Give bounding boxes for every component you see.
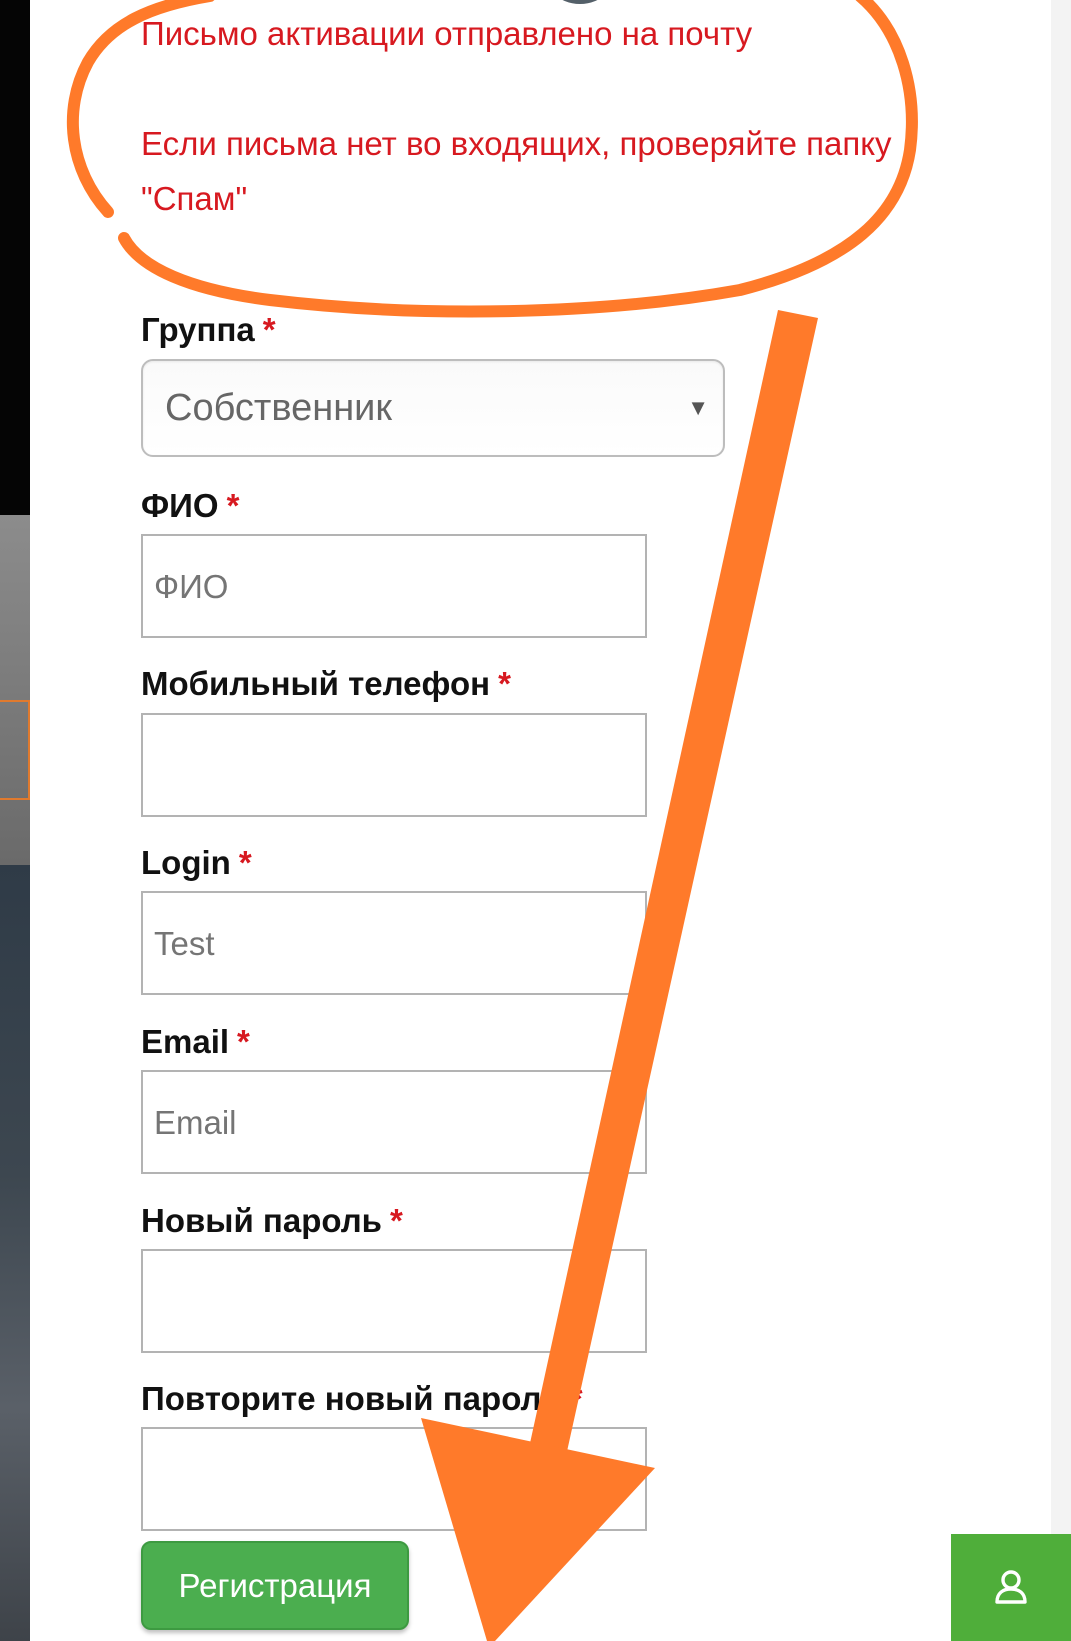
avatar xyxy=(540,0,620,4)
background-page-edge xyxy=(0,0,30,1641)
required-mark: * xyxy=(498,665,511,702)
user-icon xyxy=(995,1570,1027,1604)
required-mark: * xyxy=(262,311,276,348)
phone-label: Мобильный телефон * xyxy=(141,665,511,702)
group-select[interactable]: Собственник ▼ xyxy=(141,359,725,457)
email-label: Email * xyxy=(141,1023,250,1060)
modal-scrollbar-gutter xyxy=(1051,0,1071,1641)
login-label: Login * xyxy=(141,844,252,881)
required-mark: * xyxy=(237,1023,250,1060)
group-label: Группа * xyxy=(141,311,276,348)
required-mark: * xyxy=(226,487,240,524)
login-input[interactable]: Test xyxy=(141,891,647,995)
group-select-value: Собственник xyxy=(165,387,393,429)
repeat-password-label: Повторите новый пароль * xyxy=(141,1380,583,1417)
new-password-label: Новый пароль * xyxy=(141,1202,403,1239)
page: Письмо активации отправлено на почту Есл… xyxy=(0,0,1071,1641)
register-button[interactable]: Регистрация xyxy=(141,1541,409,1630)
notice-line-spam: Если письма нет во входящих, проверяйте … xyxy=(141,125,892,217)
chevron-down-icon: ▼ xyxy=(687,395,709,420)
required-mark: * xyxy=(569,1380,583,1417)
email-placeholder: Email xyxy=(154,1104,237,1141)
fio-label: ФИО * xyxy=(141,487,240,524)
required-mark: * xyxy=(238,844,252,881)
required-mark: * xyxy=(389,1202,403,1239)
user-button[interactable] xyxy=(951,1534,1071,1641)
notice-line-sent: Письмо активации отправлено на почту xyxy=(141,15,753,52)
phone-input[interactable] xyxy=(141,713,647,817)
email-input[interactable]: Email xyxy=(141,1070,647,1174)
login-placeholder: Test xyxy=(154,925,215,962)
fio-input[interactable]: ФИО xyxy=(141,534,647,638)
repeat-password-input[interactable] xyxy=(141,1427,647,1531)
new-password-input[interactable] xyxy=(141,1249,647,1353)
activation-notice: Письмо активации отправлено на почту Есл… xyxy=(141,6,901,226)
fio-placeholder: ФИО xyxy=(154,568,229,605)
